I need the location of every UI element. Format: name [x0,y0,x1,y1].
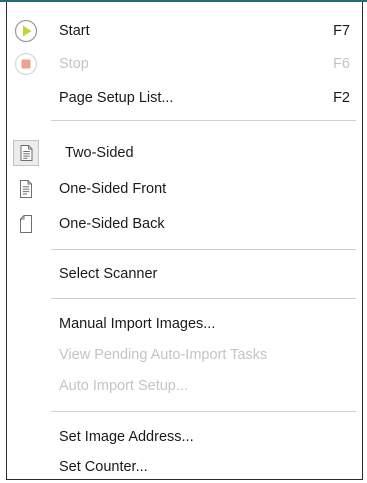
menu-item-view-pending-label: View Pending Auto-Import Tasks [59,347,268,363]
menu-item-start-label: Start [59,23,90,39]
menu-item-one-sided-back-label: One-Sided Back [59,216,165,232]
menu-item-set-counter-label: Set Counter... [59,459,148,475]
menu-item-page-setup-list[interactable]: Page Setup List... F2 [7,82,362,114]
page-back-icon [14,212,38,236]
menu-item-set-image-address-label: Set Image Address... [59,429,194,445]
menu-item-one-sided-front[interactable]: One-Sided Front [7,173,362,205]
menu-separator [51,120,356,121]
stop-icon [14,52,38,76]
menu-separator [51,249,356,250]
menu-separator [51,411,356,412]
menu-item-page-setup-list-label: Page Setup List... [59,90,174,106]
menu-separator [51,298,356,299]
context-menu: Start F7 Stop F6 Page Setup List... F2 T… [6,2,363,480]
menu-item-two-sided[interactable]: Two-Sided [7,136,362,170]
menu-item-two-sided-label: Two-Sided [65,145,134,161]
menu-item-manual-import-images[interactable]: Manual Import Images... [7,308,362,340]
page-front-icon [14,177,38,201]
menu-item-set-image-address[interactable]: Set Image Address... [7,421,362,453]
play-icon [14,19,38,43]
menu-item-page-setup-list-shortcut: F2 [333,90,350,106]
menu-item-start-shortcut: F7 [333,23,350,39]
two-sided-page-icon [13,140,39,166]
menu-item-set-counter[interactable]: Set Counter... [7,451,362,483]
menu-item-one-sided-back[interactable]: One-Sided Back [7,208,362,240]
menu-item-stop[interactable]: Stop F6 [7,48,362,80]
menu-item-stop-shortcut: F6 [333,56,350,72]
menu-item-stop-label: Stop [59,56,89,72]
menu-item-auto-import-setup-label: Auto Import Setup... [59,378,188,394]
menu-item-view-pending-auto-import-tasks[interactable]: View Pending Auto-Import Tasks [7,339,362,371]
menu-item-select-scanner[interactable]: Select Scanner [7,258,362,290]
menu-item-start[interactable]: Start F7 [7,15,362,47]
menu-item-manual-import-images-label: Manual Import Images... [59,316,216,332]
menu-item-one-sided-front-label: One-Sided Front [59,181,167,197]
menu-item-auto-import-setup[interactable]: Auto Import Setup... [7,370,362,402]
menu-item-select-scanner-label: Select Scanner [59,266,158,282]
